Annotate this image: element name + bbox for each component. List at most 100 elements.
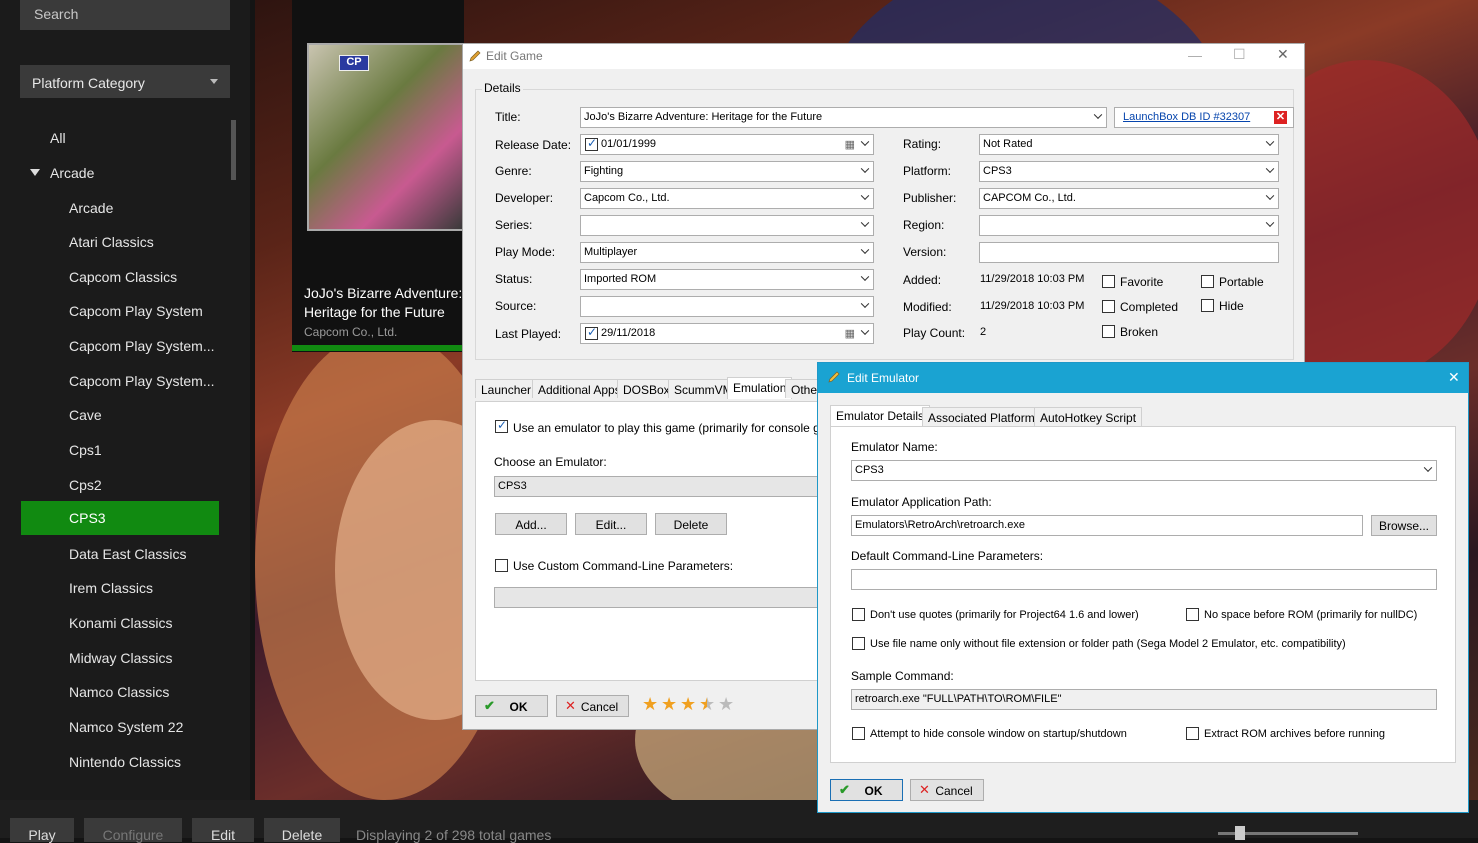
- no-quotes-checkbox[interactable]: [852, 608, 865, 621]
- completed-checkbox[interactable]: [1102, 300, 1115, 313]
- title-combo[interactable]: JoJo's Bizarre Adventure: Heritage for t…: [580, 107, 1107, 128]
- sidebar-item-arcade-group[interactable]: Arcade: [50, 158, 94, 188]
- close-icon[interactable]: ✕: [1448, 369, 1460, 386]
- edit-game-titlebar[interactable]: Edit Game — ☐ ✕: [463, 44, 1304, 69]
- publisher-combo[interactable]: CAPCOM Co., Ltd.: [979, 188, 1279, 209]
- release-date-label: Release Date:: [495, 138, 572, 152]
- empty-star-icon[interactable]: ★: [718, 694, 734, 715]
- sidebar-item-irem-classics[interactable]: Irem Classics: [69, 573, 153, 603]
- chevron-down-icon: [210, 79, 218, 84]
- sidebar-item-capcom-classics[interactable]: Capcom Classics: [69, 262, 177, 292]
- sidebar-item-capcom-play-system-3[interactable]: Capcom Play System...: [69, 366, 215, 396]
- version-input[interactable]: [979, 242, 1279, 263]
- hide-checkbox[interactable]: [1201, 299, 1214, 312]
- clear-db-id-icon[interactable]: ✕: [1274, 111, 1287, 124]
- rating-combo[interactable]: Not Rated: [979, 134, 1279, 155]
- series-combo[interactable]: [580, 215, 874, 236]
- custom-params-input[interactable]: [494, 587, 824, 608]
- sidebar-item-konami-classics[interactable]: Konami Classics: [69, 608, 172, 638]
- close-icon[interactable]: ✕: [1277, 46, 1289, 63]
- sidebar-item-data-east-classics[interactable]: Data East Classics: [69, 539, 186, 569]
- tab-dosbox[interactable]: DOSBox: [617, 379, 676, 398]
- sidebar-item-cps3[interactable]: CPS3: [21, 501, 219, 535]
- sidebar-item-atari-classics[interactable]: Atari Classics: [69, 227, 154, 257]
- rating-value: Not Rated: [983, 138, 1033, 150]
- release-date-picker[interactable]: 01/01/1999 ▦: [580, 134, 874, 155]
- emulator-ok-button[interactable]: ✔ OK: [830, 779, 903, 801]
- sidebar-item-all[interactable]: All: [50, 123, 66, 153]
- chevron-down-icon: [860, 164, 870, 173]
- configure-button[interactable]: Configure: [84, 818, 182, 843]
- edit-emulator-titlebar[interactable]: Edit Emulator ✕: [818, 363, 1468, 393]
- expand-triangle-icon[interactable]: [30, 169, 40, 176]
- chevron-down-icon: [1265, 218, 1275, 227]
- minimize-icon[interactable]: —: [1188, 47, 1202, 63]
- add-emulator-button[interactable]: Add...: [495, 513, 567, 535]
- play-mode-combo[interactable]: Multiplayer: [580, 242, 874, 263]
- tab-associated-platforms[interactable]: Associated Platforms: [922, 407, 1047, 426]
- tab-launcher[interactable]: Launcher: [475, 379, 538, 398]
- sidebar-scrollbar[interactable]: [231, 120, 236, 180]
- emulator-name-combo[interactable]: CPS3: [851, 460, 1437, 481]
- sidebar-item-namco-classics[interactable]: Namco Classics: [69, 677, 169, 707]
- genre-label: Genre:: [495, 164, 532, 178]
- half-star-icon[interactable]: ★: [699, 694, 715, 715]
- star-icon[interactable]: ★: [680, 694, 696, 715]
- browse-button[interactable]: Browse...: [1371, 515, 1437, 536]
- tab-autohotkey-script[interactable]: AutoHotkey Script: [1034, 407, 1143, 426]
- edit-button[interactable]: Edit: [192, 818, 254, 843]
- sidebar-item-nintendo-classics[interactable]: Nintendo Classics: [69, 747, 181, 777]
- tab-emulator-details[interactable]: Emulator Details: [830, 405, 931, 427]
- default-params-input[interactable]: [851, 569, 1437, 590]
- ok-button[interactable]: ✔ OK: [475, 695, 548, 717]
- delete-emulator-button[interactable]: Delete: [655, 513, 727, 535]
- status-combo[interactable]: Imported ROM: [580, 269, 874, 290]
- release-date-checkbox[interactable]: [585, 136, 598, 151]
- extract-rom-checkbox[interactable]: [1186, 727, 1199, 740]
- sidebar-item-arcade[interactable]: Arcade: [69, 193, 113, 223]
- custom-params-checkbox[interactable]: [495, 559, 508, 572]
- source-combo[interactable]: [580, 296, 874, 317]
- platform-combo[interactable]: CPS3: [979, 161, 1279, 182]
- sidebar-item-capcom-play-system-2[interactable]: Capcom Play System...: [69, 331, 215, 361]
- maximize-icon[interactable]: ☐: [1233, 46, 1246, 63]
- launchbox-db-link[interactable]: LaunchBox DB ID #32307: [1123, 111, 1250, 123]
- delete-button[interactable]: Delete: [264, 818, 340, 843]
- last-played-checkbox[interactable]: [585, 325, 598, 340]
- broken-checkbox[interactable]: [1102, 325, 1115, 338]
- use-emulator-label: Use an emulator to play this game (prima…: [513, 421, 854, 435]
- emulator-name-label: Emulator Name:: [851, 440, 938, 454]
- sidebar-item-cps1[interactable]: Cps1: [69, 435, 102, 465]
- sidebar-item-cps2[interactable]: Cps2: [69, 470, 102, 500]
- app-path-input[interactable]: Emulators\RetroArch\retroarch.exe: [851, 515, 1363, 536]
- star-icon[interactable]: ★: [642, 694, 658, 715]
- star-icon[interactable]: ★: [661, 694, 677, 715]
- emulator-cancel-button[interactable]: ✕ Cancel: [910, 779, 984, 801]
- no-space-checkbox[interactable]: [1186, 608, 1199, 621]
- use-emulator-checkbox[interactable]: [495, 418, 508, 433]
- emulator-ok-label: OK: [864, 784, 883, 798]
- filename-only-checkbox[interactable]: [852, 637, 865, 650]
- search-input[interactable]: Search: [20, 0, 230, 30]
- region-combo[interactable]: [979, 215, 1279, 236]
- edit-emulator-button[interactable]: Edit...: [575, 513, 647, 535]
- last-played-picker[interactable]: 29/11/2018 ▦: [580, 323, 874, 344]
- sidebar-item-midway-classics[interactable]: Midway Classics: [69, 643, 172, 673]
- play-button[interactable]: Play: [10, 818, 74, 843]
- emulator-select[interactable]: CPS3: [494, 476, 824, 497]
- hide-console-checkbox[interactable]: [852, 727, 865, 740]
- calendar-icon[interactable]: ▦: [845, 138, 855, 151]
- cancel-button[interactable]: ✕ Cancel: [556, 695, 629, 717]
- calendar-icon[interactable]: ▦: [845, 327, 855, 340]
- developer-combo[interactable]: Capcom Co., Ltd.: [580, 188, 874, 209]
- genre-combo[interactable]: Fighting: [580, 161, 874, 182]
- platform-category-dropdown[interactable]: Platform Category: [20, 65, 230, 98]
- tab-emulation[interactable]: Emulation: [727, 377, 793, 399]
- portable-checkbox[interactable]: [1201, 275, 1214, 288]
- sidebar-item-namco-system-22[interactable]: Namco System 22: [69, 712, 183, 742]
- rating-label: Rating:: [903, 137, 942, 151]
- favorite-checkbox[interactable]: [1102, 275, 1115, 288]
- tab-additional-apps[interactable]: Additional Apps: [532, 379, 627, 398]
- sidebar-item-capcom-play-system[interactable]: Capcom Play System: [69, 296, 203, 326]
- sidebar-item-cave[interactable]: Cave: [69, 400, 102, 430]
